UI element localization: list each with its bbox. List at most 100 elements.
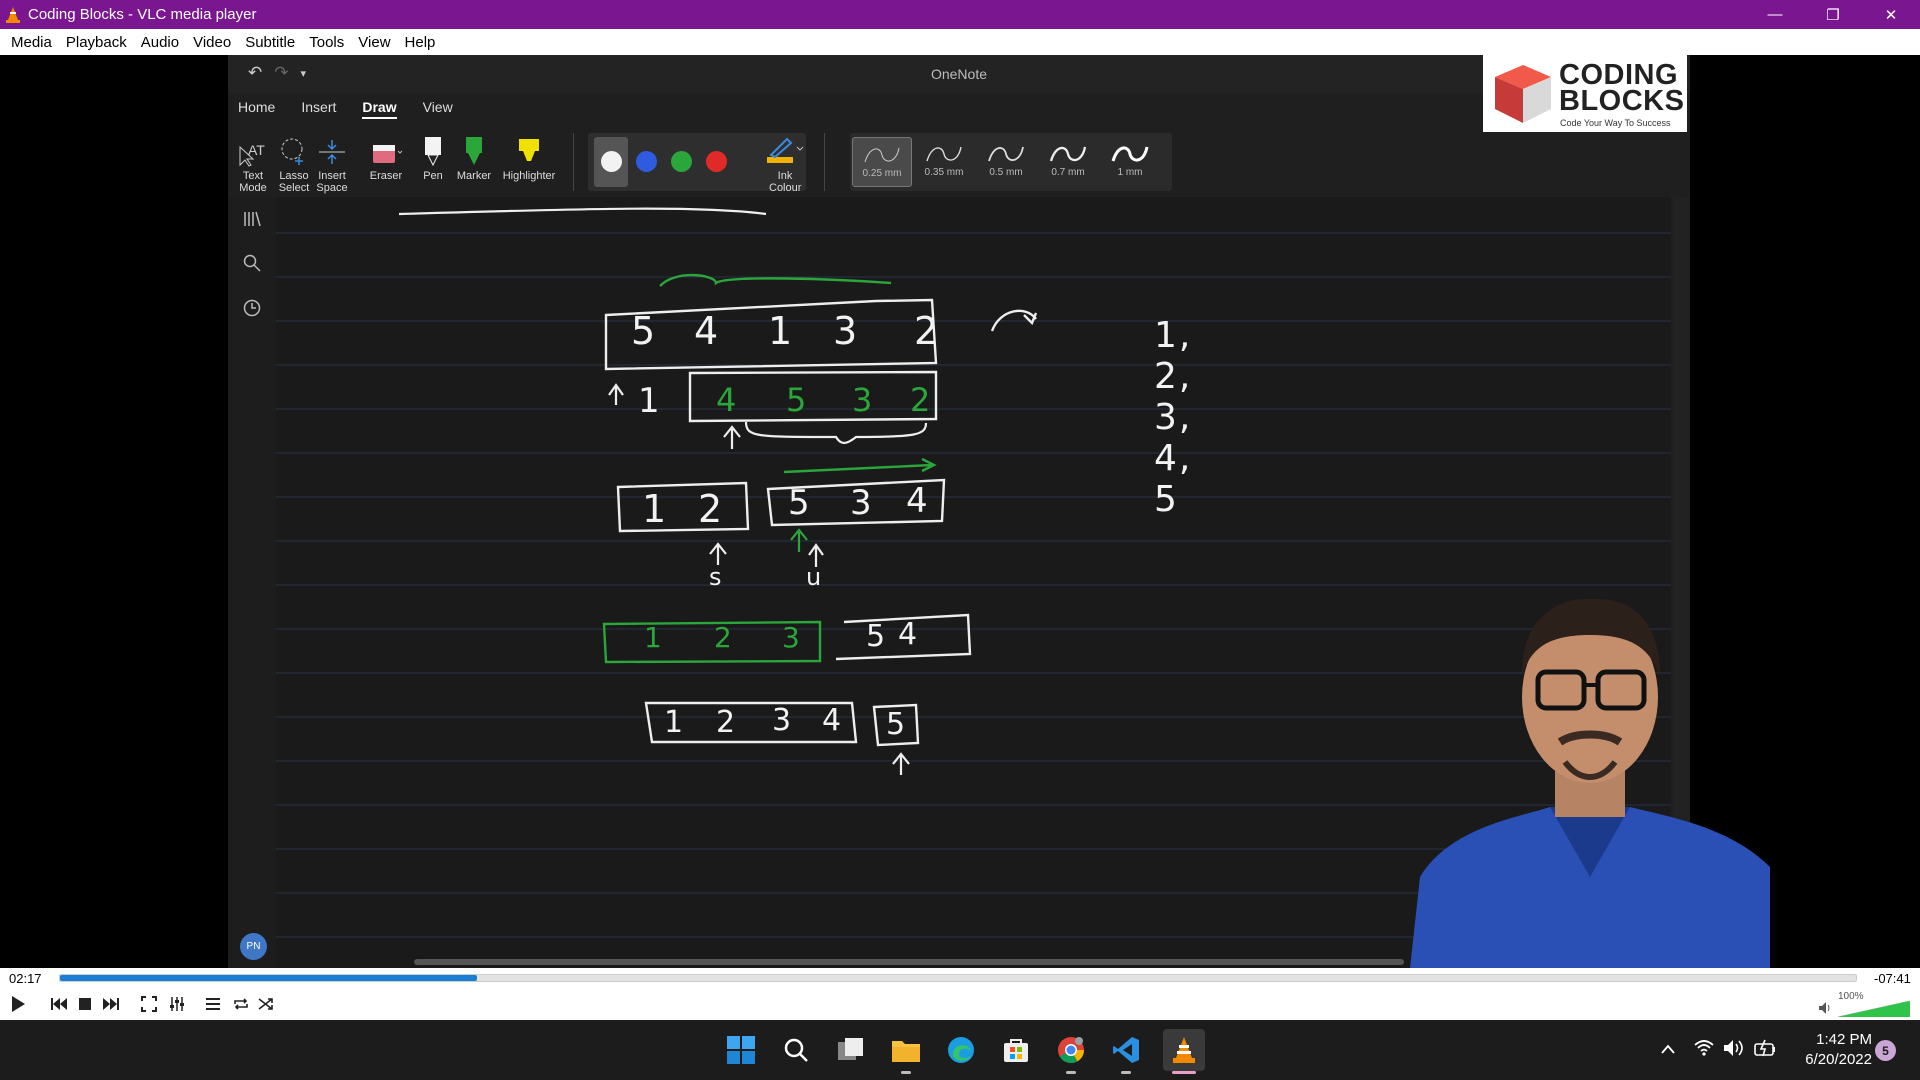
edge-button[interactable] — [943, 1032, 979, 1068]
search-icon — [243, 254, 261, 272]
coding-blocks-logo: CODING BLOCKS Code Your Way To Success — [1483, 55, 1687, 132]
row4-left-item: 2 — [714, 621, 732, 654]
seek-progress — [60, 975, 477, 981]
logo-line2: BLOCKS — [1559, 85, 1685, 117]
vlc-taskbar-button[interactable] — [1163, 1029, 1205, 1071]
next-icon — [103, 998, 119, 1010]
menu-subtitle[interactable]: Subtitle — [238, 34, 302, 51]
volume-control[interactable]: 100% — [1818, 991, 1912, 1017]
stroke-sample-icon — [1049, 146, 1087, 162]
insert-space-label: Insert Space — [316, 170, 348, 194]
menu-audio[interactable]: Audio — [134, 34, 186, 51]
extended-settings-button[interactable] — [165, 993, 189, 1015]
equalizer-icon — [170, 997, 184, 1011]
menu-video[interactable]: Video — [186, 34, 238, 51]
row3-right-item: 5 — [788, 483, 810, 523]
wifi-icon[interactable] — [1694, 1039, 1714, 1057]
top-array-item: 3 — [833, 309, 858, 353]
eraser-label: Eraser — [369, 170, 403, 182]
row3-right-item: 4 — [906, 481, 928, 521]
fullscreen-button[interactable] — [137, 993, 161, 1015]
loop-button[interactable] — [229, 993, 253, 1015]
video-area[interactable]: ↶ ↷ ▾ OneNote Home Insert Draw View AT T… — [0, 55, 1920, 968]
top-array-item: 2 — [914, 309, 939, 353]
stroke-sample-icon — [1111, 146, 1149, 162]
color-blue-swatch — [636, 151, 657, 172]
color-green-swatch — [671, 151, 692, 172]
system-clock[interactable]: 1:42 PM 6/20/2022 — [1776, 1030, 1872, 1070]
ink-colour-icon — [767, 137, 804, 163]
pen-tool: Pen — [418, 131, 448, 182]
text-mode-label: Text Mode — [239, 170, 267, 194]
volume-icon[interactable] — [1723, 1039, 1745, 1057]
restore-button[interactable]: ❐ — [1804, 0, 1862, 29]
color-white-swatch — [601, 151, 622, 172]
tab-draw: Draw — [362, 99, 397, 119]
row3-right-item: 3 — [850, 483, 872, 523]
thickness-label: 0.35 mm — [924, 167, 964, 178]
row2-right-item: 5 — [786, 381, 807, 419]
eraser-tool: Eraser — [366, 131, 406, 182]
notification-badge[interactable]: 5 — [1875, 1040, 1896, 1061]
menu-bar: Media Playback Audio Video Subtitle Tool… — [0, 29, 1920, 55]
logo-tagline: Code Your Way To Success — [1560, 118, 1671, 128]
chrome-browser-icon — [1058, 1037, 1085, 1064]
text-mode-tool: AT Text Mode — [238, 131, 268, 194]
ink-colour-label: Ink Colour — [769, 170, 802, 194]
speaker-icon — [1819, 1002, 1830, 1014]
next-button[interactable] — [99, 993, 123, 1015]
store-button[interactable] — [998, 1032, 1034, 1068]
windows-start-icon — [727, 1036, 755, 1064]
highlighter-icon — [519, 139, 539, 161]
playlist-button[interactable] — [201, 993, 225, 1015]
svg-text:AT: AT — [248, 142, 265, 158]
vscode-button[interactable] — [1108, 1032, 1144, 1068]
stroke-sample-icon — [864, 147, 900, 163]
menu-view[interactable]: View — [351, 34, 397, 51]
menu-playback[interactable]: Playback — [59, 34, 134, 51]
volume-slider[interactable] — [1838, 1001, 1910, 1017]
row3-label: u — [806, 563, 822, 591]
battery-charging-icon[interactable] — [1754, 1039, 1776, 1057]
marker-icon — [466, 137, 482, 165]
row3-left-item: 1 — [642, 487, 667, 531]
close-button[interactable]: ✕ — [1862, 0, 1920, 29]
play-button[interactable] — [6, 993, 30, 1015]
pen-icon — [425, 137, 441, 167]
minimize-button[interactable]: — — [1746, 0, 1804, 29]
menu-media[interactable]: Media — [4, 34, 59, 51]
thickness-option: 0.25 mm — [852, 137, 912, 187]
playlist-icon — [206, 998, 220, 1010]
insert-space-icon — [319, 140, 345, 164]
sorted-sequence: 1, 2, 3, 4, 5 — [1154, 315, 1193, 520]
stop-button[interactable] — [73, 993, 97, 1015]
row3-label: s — [709, 563, 722, 591]
search-button[interactable] — [778, 1032, 814, 1068]
menu-tools[interactable]: Tools — [302, 34, 351, 51]
start-button[interactable] — [723, 1032, 759, 1068]
row2-right-item: 4 — [716, 381, 737, 419]
windows-taskbar: 1:42 PM 6/20/2022 5 — [0, 1020, 1920, 1080]
task-view-button[interactable] — [833, 1032, 869, 1068]
menu-help[interactable]: Help — [398, 34, 443, 51]
ribbon-divider — [824, 133, 825, 191]
remaining-time: -07:41 — [1874, 971, 1911, 986]
draw-ribbon: AT Text Mode Lasso Select Insert Space E… — [228, 127, 1690, 195]
chevron-up-icon[interactable] — [1660, 1042, 1676, 1056]
thickness-palette: 0.25 mm 0.35 mm 0.5 mm 0.7 mm 1 mm — [850, 133, 1172, 191]
row5-left-item: 3 — [772, 703, 792, 738]
top-array-item: 1 — [768, 309, 793, 353]
color-red-swatch — [706, 151, 727, 172]
edge-browser-icon — [948, 1037, 974, 1063]
chrome-button[interactable] — [1053, 1032, 1089, 1068]
file-explorer-button[interactable] — [888, 1032, 924, 1068]
folder-icon — [892, 1041, 920, 1062]
shuffle-button[interactable] — [254, 993, 278, 1015]
seek-slider[interactable] — [59, 974, 1857, 982]
row4-left-item: 3 — [782, 621, 800, 654]
playback-controls: 100% — [0, 988, 1920, 1020]
previous-button[interactable] — [47, 993, 71, 1015]
horizontal-scrollbar — [414, 959, 1404, 965]
vlc-cone-icon — [1173, 1037, 1195, 1063]
thickness-option: 0.35 mm — [914, 137, 974, 187]
